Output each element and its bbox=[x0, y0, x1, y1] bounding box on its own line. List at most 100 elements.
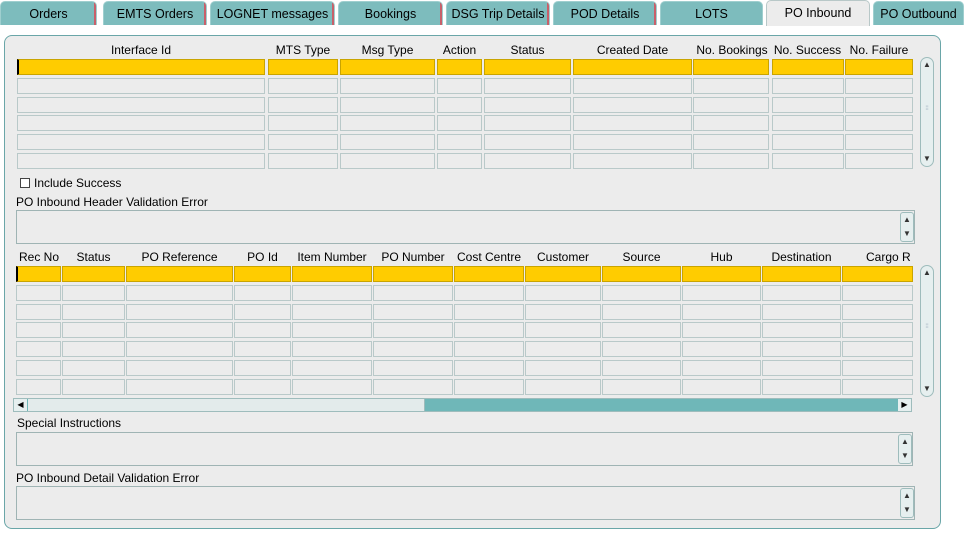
cell-customer[interactable] bbox=[525, 322, 601, 339]
cell-destination[interactable] bbox=[762, 322, 841, 339]
cell-cost-centre[interactable] bbox=[454, 341, 524, 358]
cell-cargo-r[interactable] bbox=[842, 322, 913, 339]
cell-po-reference[interactable] bbox=[126, 266, 233, 282]
cell-status[interactable] bbox=[484, 96, 571, 113]
cell-status[interactable] bbox=[484, 115, 571, 132]
cell-msg-type[interactable] bbox=[340, 134, 435, 151]
cell-hub[interactable] bbox=[682, 284, 761, 301]
cell-source[interactable] bbox=[602, 378, 681, 395]
cell-status[interactable] bbox=[62, 266, 125, 282]
cell-po-number[interactable] bbox=[373, 360, 453, 376]
cell-po-number[interactable] bbox=[373, 284, 453, 301]
cell-created-date[interactable] bbox=[573, 134, 692, 151]
cell-no-success[interactable] bbox=[772, 96, 844, 113]
scroll-down-icon[interactable]: ▼ bbox=[901, 228, 913, 240]
cell-status[interactable] bbox=[62, 284, 125, 301]
cell-po-id[interactable] bbox=[234, 322, 291, 339]
cell-cost-centre[interactable] bbox=[454, 378, 524, 395]
scroll-up-icon[interactable]: ▲ bbox=[921, 267, 933, 279]
cell-source[interactable] bbox=[602, 266, 681, 282]
cell-po-number[interactable] bbox=[373, 378, 453, 395]
cell-hub[interactable] bbox=[682, 322, 761, 339]
cell-po-id[interactable] bbox=[234, 341, 291, 358]
cell-created-date[interactable] bbox=[573, 153, 692, 169]
cell-action[interactable] bbox=[437, 59, 482, 75]
cell-mts-type[interactable] bbox=[268, 134, 338, 151]
cell-cost-centre[interactable] bbox=[454, 303, 524, 320]
cell-po-reference[interactable] bbox=[126, 378, 233, 395]
tab-bookings[interactable]: Bookings bbox=[338, 1, 443, 25]
tab-emts-orders[interactable]: EMTS Orders bbox=[103, 1, 207, 25]
cell-rec-no[interactable] bbox=[16, 322, 61, 339]
cell-item-number[interactable] bbox=[292, 341, 372, 358]
tab-dsg-trip-details[interactable]: DSG Trip Details bbox=[446, 1, 550, 25]
cell-msg-type[interactable] bbox=[340, 153, 435, 169]
cell-no-failure[interactable] bbox=[845, 134, 913, 151]
detail-error-vscroll[interactable]: ▲ ▼ bbox=[900, 488, 914, 518]
cell-rec-no[interactable] bbox=[16, 266, 61, 282]
cell-po-id[interactable] bbox=[234, 303, 291, 320]
scroll-up-icon[interactable]: ▲ bbox=[901, 490, 913, 502]
cell-customer[interactable] bbox=[525, 378, 601, 395]
cell-source[interactable] bbox=[602, 360, 681, 376]
cell-msg-type[interactable] bbox=[340, 59, 435, 75]
cell-customer[interactable] bbox=[525, 266, 601, 282]
cell-source[interactable] bbox=[602, 284, 681, 301]
cell-interface-id[interactable] bbox=[17, 134, 265, 151]
tab-orders[interactable]: Orders bbox=[0, 1, 97, 25]
cell-no-failure[interactable] bbox=[845, 59, 913, 75]
cell-mts-type[interactable] bbox=[268, 96, 338, 113]
cell-destination[interactable] bbox=[762, 266, 841, 282]
cell-action[interactable] bbox=[437, 77, 482, 94]
detail-table-vscroll[interactable]: ▲ ⁞⁞ ▼ bbox=[920, 265, 934, 397]
cell-rec-no[interactable] bbox=[16, 341, 61, 358]
scroll-grip-icon[interactable]: ⁞⁞ bbox=[921, 103, 933, 123]
cell-cargo-r[interactable] bbox=[842, 360, 913, 376]
cell-no-success[interactable] bbox=[772, 77, 844, 94]
cell-action[interactable] bbox=[437, 153, 482, 169]
header-table-vscroll[interactable]: ▲ ⁞⁞ ▼ bbox=[920, 57, 934, 167]
cell-msg-type[interactable] bbox=[340, 77, 435, 94]
cell-no-failure[interactable] bbox=[845, 96, 913, 113]
scroll-left-icon[interactable]: ◀ bbox=[14, 399, 27, 411]
scroll-grip-icon[interactable]: ⁞⁞ bbox=[921, 321, 933, 341]
cell-rec-no[interactable] bbox=[16, 284, 61, 301]
cell-status[interactable] bbox=[484, 77, 571, 94]
cell-po-reference[interactable] bbox=[126, 341, 233, 358]
header-error-vscroll[interactable]: ▲ ▼ bbox=[900, 212, 914, 242]
cell-cargo-r[interactable] bbox=[842, 341, 913, 358]
tab-lots[interactable]: LOTS bbox=[660, 1, 763, 25]
cell-cargo-r[interactable] bbox=[842, 266, 913, 282]
cell-created-date[interactable] bbox=[573, 59, 692, 75]
cell-mts-type[interactable] bbox=[268, 59, 338, 75]
cell-action[interactable] bbox=[437, 115, 482, 132]
header-error-textarea[interactable]: ▲ ▼ bbox=[16, 210, 915, 244]
cell-no-bookings[interactable] bbox=[693, 59, 769, 75]
cell-no-failure[interactable] bbox=[845, 153, 913, 169]
cell-po-reference[interactable] bbox=[126, 303, 233, 320]
scroll-up-icon[interactable]: ▲ bbox=[901, 214, 913, 226]
cell-status[interactable] bbox=[484, 59, 571, 75]
cell-customer[interactable] bbox=[525, 284, 601, 301]
cell-cost-centre[interactable] bbox=[454, 360, 524, 376]
cell-no-failure[interactable] bbox=[845, 115, 913, 132]
cell-rec-no[interactable] bbox=[16, 360, 61, 376]
cell-item-number[interactable] bbox=[292, 378, 372, 395]
cell-no-success[interactable] bbox=[772, 134, 844, 151]
cell-item-number[interactable] bbox=[292, 284, 372, 301]
cell-no-success[interactable] bbox=[772, 153, 844, 169]
special-instructions-vscroll[interactable]: ▲ ▼ bbox=[898, 434, 912, 464]
cell-item-number[interactable] bbox=[292, 322, 372, 339]
detail-table-hscroll[interactable]: ◀ ▶ bbox=[13, 398, 912, 412]
cell-action[interactable] bbox=[437, 96, 482, 113]
cell-interface-id[interactable] bbox=[17, 96, 265, 113]
cell-hub[interactable] bbox=[682, 266, 761, 282]
cell-status[interactable] bbox=[62, 322, 125, 339]
cell-item-number[interactable] bbox=[292, 266, 372, 282]
cell-source[interactable] bbox=[602, 303, 681, 320]
scroll-down-icon[interactable]: ▼ bbox=[901, 504, 913, 516]
cell-cargo-r[interactable] bbox=[842, 303, 913, 320]
cell-po-reference[interactable] bbox=[126, 322, 233, 339]
cell-destination[interactable] bbox=[762, 303, 841, 320]
scroll-up-icon[interactable]: ▲ bbox=[921, 59, 933, 71]
